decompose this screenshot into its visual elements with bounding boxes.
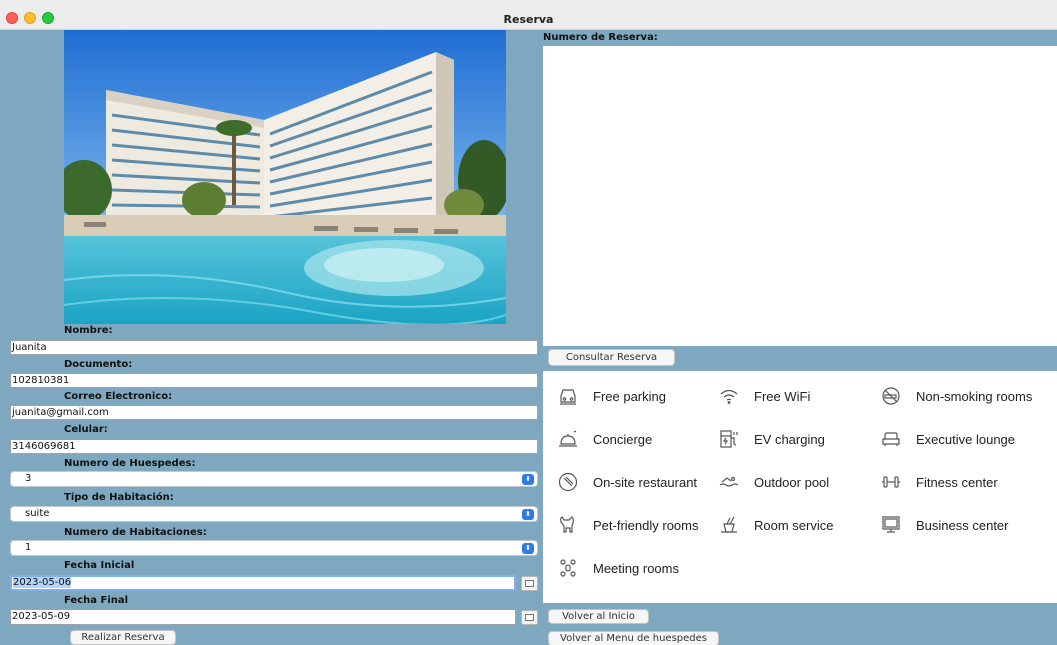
consultar-reserva-button[interactable]: Consultar Reserva [548, 349, 675, 366]
amenity-label: Meeting rooms [593, 560, 679, 576]
fecha-inicial-value: 2023-05-06 [13, 577, 72, 588]
tipo-habitacion-select[interactable]: suite ⬍ [10, 506, 538, 522]
amenity-outdoor-pool: Outdoor pool [718, 471, 829, 493]
chevron-updown-icon: ⬍ [522, 543, 534, 554]
realizar-reserva-button[interactable]: Realizar Reserva [70, 630, 176, 645]
huespedes-value: 3 [25, 473, 32, 484]
numero-reserva-label: Numero de Reserva: [543, 32, 658, 43]
fecha-final-field[interactable]: 2023-05-09 [10, 609, 516, 625]
window-title: Reserva [503, 13, 554, 26]
amenity-label: Non-smoking rooms [916, 388, 1033, 404]
habitaciones-label: Numero de Habitaciones: [64, 527, 207, 538]
celular-label: Celular: [64, 424, 108, 435]
fecha-inicial-field[interactable]: 2023-05-06 [10, 575, 516, 591]
amenity-label: Fitness center [916, 474, 998, 490]
sofa-icon [882, 432, 900, 446]
amenity-label: Pet-friendly rooms [593, 517, 699, 533]
reservation-details-panel: Numero de Reserva: Consultar Reserva Fre… [541, 30, 1057, 645]
celular-field[interactable]: 3146069681 [10, 439, 538, 454]
amenity-business-center: Business center [880, 514, 1009, 536]
amenity-ev-charging: EV charging [718, 428, 825, 450]
numero-reserva-area[interactable] [543, 46, 1057, 346]
volver-inicio-button[interactable]: Volver al Inicio [548, 609, 649, 624]
restaurant-icon [558, 472, 578, 492]
meeting-icon [560, 559, 576, 577]
pool-icon [719, 476, 739, 487]
amenity-room-service: Room service [718, 514, 833, 536]
monitor-icon [882, 516, 900, 533]
car-icon [560, 389, 576, 405]
amenity-pet-friendly: Pet-friendly rooms [557, 514, 698, 536]
reservation-form-panel: Nombre: Juanita Documento: 102810381 Cor… [0, 30, 541, 645]
huespedes-label: Numero de Huespedes: [64, 458, 196, 469]
ev-charging-icon [720, 430, 738, 448]
nombre-label: Nombre: [64, 325, 113, 336]
calendar-icon[interactable] [521, 610, 538, 625]
wifi-icon [720, 389, 738, 404]
volver-menu-huespedes-button[interactable]: Volver al Menu de huespedes [548, 631, 719, 645]
title-bar: Reserva [0, 0, 1057, 30]
habitaciones-select[interactable]: 1 ⬍ [10, 540, 538, 556]
amenities-panel: Free parking Free WiFi Non-smoking rooms… [543, 371, 1057, 603]
amenity-meeting-rooms: Meeting rooms [557, 557, 679, 579]
fecha-final-label: Fecha Final [64, 595, 129, 606]
amenity-concierge: Concierge [557, 428, 652, 450]
amenity-label: Room service [754, 517, 834, 533]
amenity-restaurant: On-site restaurant [557, 471, 697, 493]
chevron-updown-icon: ⬍ [522, 509, 534, 520]
documento-label: Documento: [64, 359, 133, 370]
amenity-label: Executive lounge [916, 431, 1016, 447]
amenity-free-parking: Free parking [557, 385, 666, 407]
amenity-non-smoking: Non-smoking rooms [880, 385, 1032, 407]
amenity-label: Free parking [593, 388, 666, 404]
dumbbell-icon [882, 476, 900, 488]
tipo-habitacion-label: Tipo de Habitación: [64, 492, 174, 503]
fecha-final-value: 2023-05-09 [12, 611, 71, 622]
huespedes-select[interactable]: 3 ⬍ [10, 471, 538, 487]
amenity-label: Free WiFi [754, 388, 811, 404]
concierge-bell-icon [559, 430, 577, 447]
fecha-inicial-label: Fecha Inicial [64, 560, 135, 571]
pet-icon [560, 516, 574, 533]
amenity-fitness-center: Fitness center [880, 471, 998, 493]
amenity-executive-lounge: Executive lounge [880, 428, 1015, 450]
amenity-label: On-site restaurant [593, 474, 698, 490]
chevron-updown-icon: ⬍ [522, 474, 534, 485]
correo-label: Correo Electronico: [64, 391, 173, 402]
room-service-icon [721, 516, 737, 533]
email-field[interactable]: juanita@gmail.com [10, 405, 538, 420]
amenity-label: Business center [916, 517, 1009, 533]
amenity-label: Outdoor pool [754, 474, 830, 490]
amenity-label: EV charging [754, 431, 825, 447]
habitaciones-value: 1 [25, 542, 32, 553]
nombre-field[interactable]: Juanita [10, 340, 538, 355]
tipo-habitacion-value: suite [25, 508, 50, 519]
no-smoking-icon [882, 387, 900, 405]
hotel-photo [64, 30, 506, 324]
amenity-label: Concierge [593, 431, 653, 447]
amenity-free-wifi: Free WiFi [718, 385, 810, 407]
calendar-icon[interactable] [521, 576, 538, 591]
documento-field[interactable]: 102810381 [10, 373, 538, 388]
